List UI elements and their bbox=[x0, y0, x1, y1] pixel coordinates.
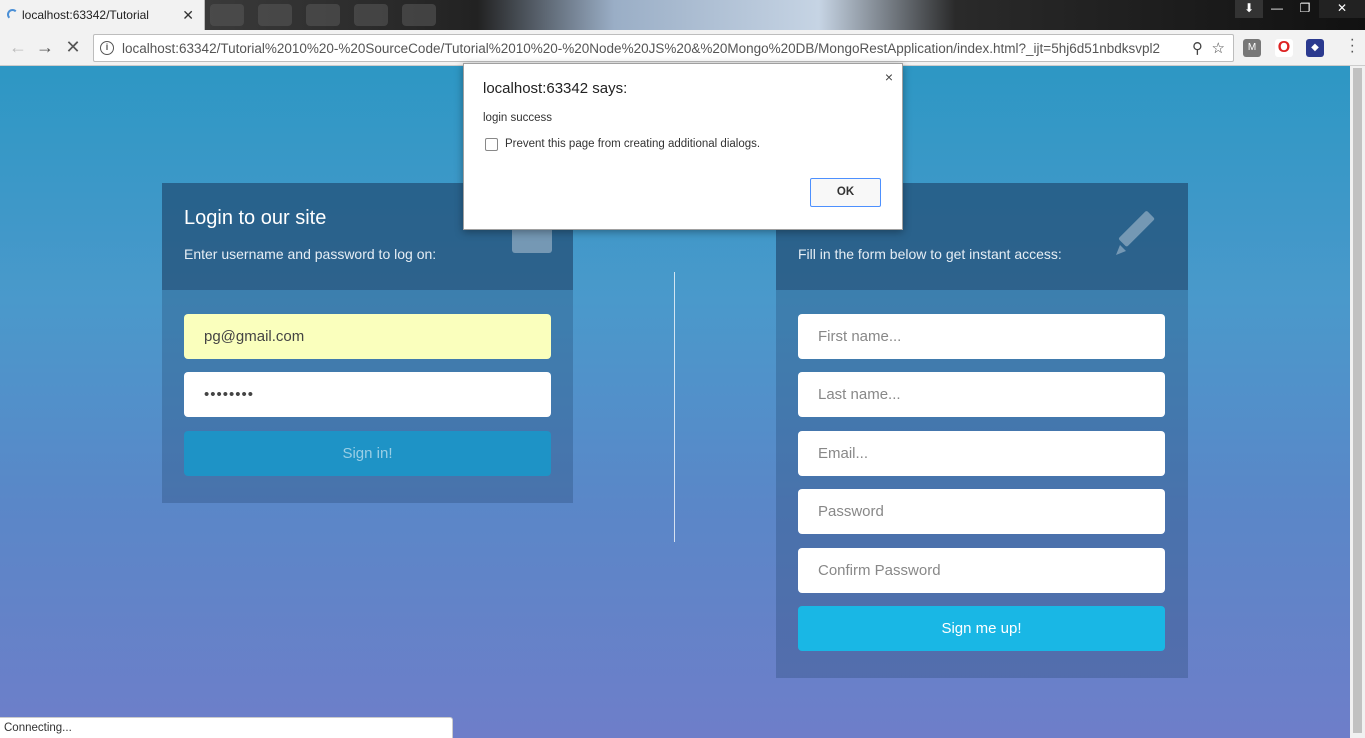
last-name-input[interactable] bbox=[798, 372, 1165, 417]
dialog-close-icon[interactable]: × bbox=[885, 69, 893, 85]
stop-loading-icon[interactable]: ✕ bbox=[61, 36, 85, 60]
background-tab[interactable] bbox=[258, 4, 292, 26]
restore-button[interactable]: ❐ bbox=[1291, 0, 1319, 18]
scrollbar-thumb[interactable] bbox=[1353, 68, 1362, 733]
extension-icon[interactable]: M bbox=[1243, 39, 1261, 57]
forward-arrow-icon[interactable]: → bbox=[33, 36, 57, 60]
pencil-icon bbox=[1116, 211, 1155, 255]
lock-icon bbox=[512, 227, 552, 253]
minimize-button[interactable]: — bbox=[1263, 0, 1291, 18]
register-subtitle: Fill in the form below to get instant ac… bbox=[798, 246, 1062, 262]
panel-divider bbox=[674, 272, 675, 542]
alert-dialog: localhost:63342 says: × login success Pr… bbox=[463, 63, 903, 230]
sign-up-button[interactable]: Sign me up! bbox=[798, 606, 1165, 651]
window-controls: ⬇ — ❐ ✕ bbox=[1235, 0, 1365, 18]
background-tab[interactable] bbox=[210, 4, 244, 26]
browser-tab[interactable]: localhost:63342/Tutorial ✕ bbox=[0, 0, 205, 30]
background-tabs bbox=[210, 4, 436, 26]
loading-spinner-icon bbox=[7, 9, 18, 20]
tab-close-icon[interactable]: ✕ bbox=[182, 7, 194, 24]
page-scrollbar[interactable]: ▲ bbox=[1350, 66, 1365, 738]
back-arrow-icon[interactable]: ← bbox=[6, 36, 30, 60]
register-panel: Fill in the form below to get instant ac… bbox=[776, 183, 1188, 678]
title-bar: localhost:63342/Tutorial ✕ ⬇ — ❐ ✕ bbox=[0, 0, 1365, 30]
window-close-button[interactable]: ✕ bbox=[1319, 0, 1365, 18]
status-bubble: Connecting... bbox=[0, 717, 453, 738]
background-tab[interactable] bbox=[402, 4, 436, 26]
extension-icon[interactable]: ◆ bbox=[1306, 39, 1324, 57]
download-icon[interactable]: ⬇ bbox=[1235, 0, 1263, 18]
password-input[interactable] bbox=[184, 372, 551, 417]
search-icon[interactable]: ⚲ bbox=[1192, 39, 1203, 57]
tab-title: localhost:63342/Tutorial bbox=[22, 8, 149, 22]
prevent-dialogs-label[interactable]: Prevent this page from creating addition… bbox=[505, 138, 760, 150]
sign-in-button[interactable]: Sign in! bbox=[184, 431, 551, 476]
browser-toolbar: ← → ✕ i localhost:63342/Tutorial%2010%20… bbox=[0, 30, 1365, 66]
background-tab[interactable] bbox=[354, 4, 388, 26]
info-icon[interactable]: i bbox=[100, 41, 114, 55]
login-title: Login to our site bbox=[184, 207, 327, 229]
email-input[interactable] bbox=[798, 431, 1165, 476]
username-input[interactable] bbox=[184, 314, 551, 359]
dialog-title: localhost:63342 says: bbox=[483, 80, 628, 97]
background-tab[interactable] bbox=[306, 4, 340, 26]
prevent-dialogs-checkbox[interactable] bbox=[485, 138, 498, 151]
first-name-input[interactable] bbox=[798, 314, 1165, 359]
login-panel: Login to our site Enter username and pas… bbox=[162, 183, 573, 503]
menu-dots-icon[interactable]: · · · bbox=[1350, 32, 1355, 60]
register-password-input[interactable] bbox=[798, 489, 1165, 534]
opera-icon[interactable]: O bbox=[1275, 39, 1293, 57]
url-text[interactable]: localhost:63342/Tutorial%2010%20-%20Sour… bbox=[122, 41, 1182, 56]
dialog-message: login success bbox=[483, 112, 553, 124]
ok-button[interactable]: OK bbox=[810, 178, 881, 207]
bookmark-star-icon[interactable]: ☆ bbox=[1212, 39, 1225, 57]
login-subtitle: Enter username and password to log on: bbox=[184, 246, 437, 262]
address-bar[interactable]: i localhost:63342/Tutorial%2010%20-%20So… bbox=[93, 34, 1234, 62]
confirm-password-input[interactable] bbox=[798, 548, 1165, 593]
